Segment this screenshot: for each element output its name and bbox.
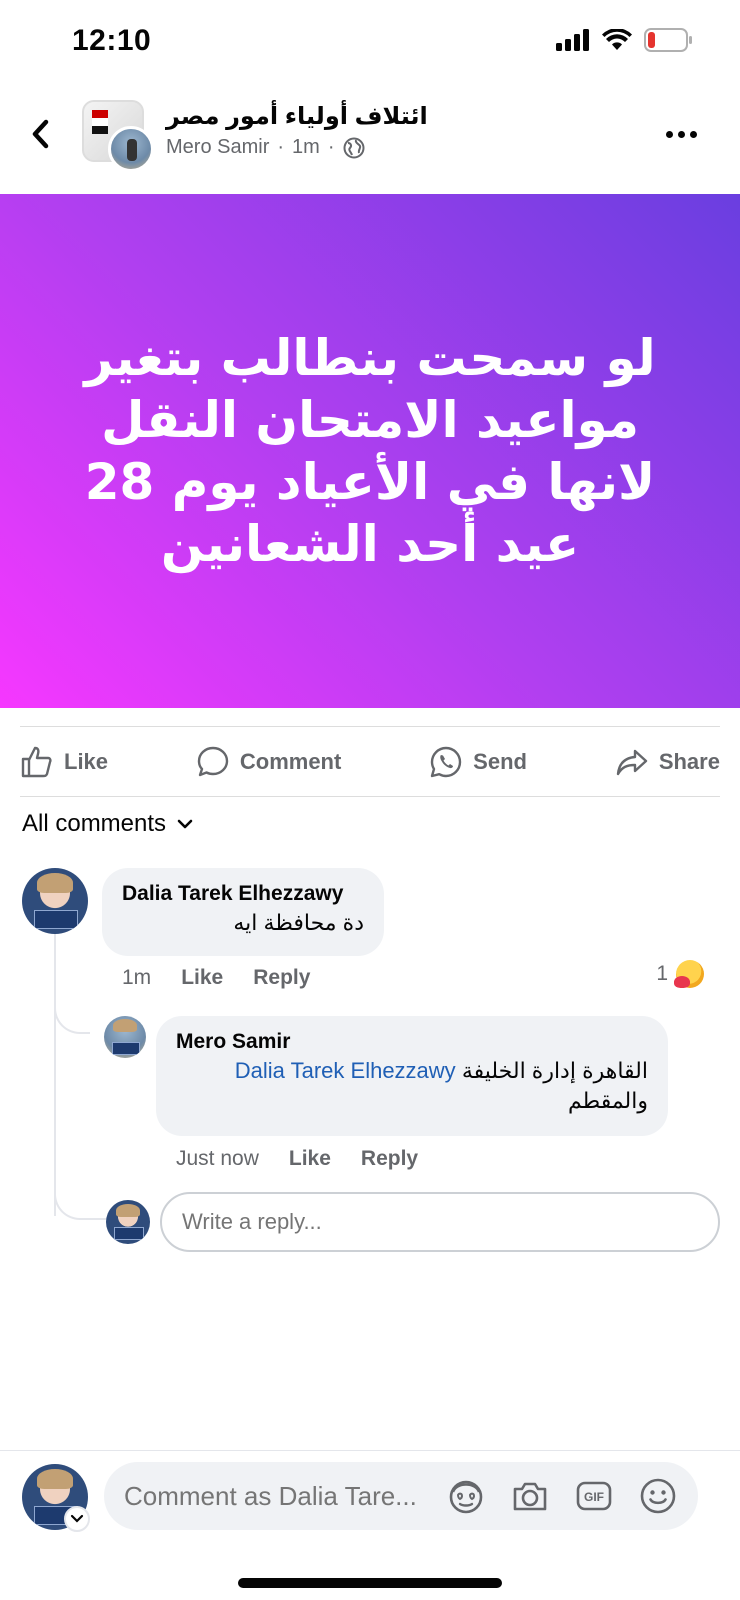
share-button[interactable]: Share [615, 745, 720, 779]
reply-meta: Just now Like Reply [176, 1147, 418, 1171]
comment-author[interactable]: Dalia Tarek Elhezzawy [122, 882, 364, 906]
reply-author[interactable]: Mero Samir [176, 1030, 648, 1054]
wifi-icon [602, 29, 632, 50]
chevron-down-icon [70, 1514, 84, 1523]
post-background-banner: لو سمحت بنطالب بتغير مواعيد الامتحان الن… [0, 194, 740, 708]
reaction-count: 1 [656, 962, 668, 985]
reply-bubble: Mero Samir القاهرة إدارة الخليفة Dalia T… [156, 1016, 668, 1136]
flag-icon [92, 110, 108, 134]
care-reaction-icon [674, 960, 704, 988]
reply-time: Just now [176, 1147, 259, 1170]
gif-icon[interactable]: GIF [574, 1476, 614, 1516]
comment-reply-button[interactable]: Reply [253, 966, 310, 990]
comments-filter-label: All comments [22, 810, 167, 837]
reply-author-avatar[interactable] [104, 1016, 146, 1058]
reply-input[interactable] [160, 1192, 720, 1252]
chevron-down-icon [177, 819, 193, 829]
group-name[interactable]: ائتلاف أولياء أمور مصر [166, 102, 428, 131]
post-author[interactable]: Mero Samir [166, 136, 269, 159]
like-button[interactable]: Like [20, 745, 108, 779]
more-options-button[interactable] [666, 124, 700, 144]
composer-icons: GIF [446, 1476, 678, 1516]
thread-line [54, 926, 56, 1216]
whatsapp-icon [430, 746, 462, 778]
comment-time: 1m [122, 966, 152, 989]
back-icon[interactable] [26, 114, 56, 154]
comment-like-button[interactable]: Like [181, 966, 223, 990]
comment-button[interactable]: Comment [196, 745, 341, 779]
thread-connector [54, 990, 90, 1034]
like-label: Like [64, 749, 109, 774]
post-time: 1m [292, 136, 320, 158]
meta-separator: · [277, 136, 285, 158]
comments-filter-dropdown[interactable]: All comments [22, 810, 194, 838]
commenter-avatar[interactable] [22, 868, 88, 934]
status-time: 12:10 [72, 24, 152, 57]
reply-text: القاهرة إدارة الخليفة Dalia Tarek Elhezz… [176, 1054, 648, 1088]
like-icon [21, 746, 52, 778]
post-meta: Mero Samir · 1m · [166, 136, 365, 159]
send-label: Send [473, 749, 527, 774]
reply-reply-button[interactable]: Reply [361, 1147, 418, 1171]
battery-low-icon [644, 28, 692, 52]
comment-reactions[interactable]: 1 [656, 960, 704, 988]
svg-text:GIF: GIF [584, 1490, 604, 1504]
more-icon [666, 130, 673, 138]
globe-icon [343, 137, 364, 158]
reply-mention[interactable]: Dalia Tarek Elhezzawy [235, 1058, 456, 1083]
meta-separator-2: · [327, 136, 335, 158]
divider [20, 726, 720, 727]
current-user-avatar-small [106, 1200, 150, 1244]
camera-icon[interactable] [510, 1476, 550, 1516]
status-icons [556, 28, 692, 52]
post-actions: Like Comment Send Share [20, 728, 720, 796]
author-avatar [108, 126, 154, 172]
avatar-sticker-icon[interactable] [446, 1476, 486, 1516]
share-label: Share [658, 749, 720, 774]
post-header: ائتلاف أولياء أمور مصر Mero Samir · 1m · [0, 84, 740, 194]
reply-like-button[interactable]: Like [289, 1147, 331, 1171]
status-bar: 12:10 [0, 0, 740, 84]
post-text: لو سمحت بنطالب بتغير مواعيد الامتحان الن… [84, 329, 656, 573]
comment-composer: GIF [104, 1462, 698, 1530]
reply-text-part1: القاهرة إدارة الخليفة [461, 1058, 648, 1083]
divider [20, 796, 720, 797]
comment-text: دة محافظة ايه [233, 910, 364, 935]
comment-label: Comment [239, 749, 342, 774]
divider [0, 1450, 740, 1451]
comment-bubble: Dalia Tarek Elhezzawy دة محافظة ايه [102, 868, 384, 956]
home-indicator[interactable] [238, 1578, 502, 1588]
thread-connector [54, 1184, 106, 1220]
cellular-signal-icon [556, 29, 589, 51]
account-switch-button[interactable] [64, 1506, 90, 1532]
reply-text-line2: والمقطم [568, 1088, 648, 1113]
comment-meta: 1m Like Reply [122, 966, 310, 990]
comment-input[interactable] [124, 1480, 446, 1512]
comment-icon [197, 746, 229, 777]
emoji-icon[interactable] [638, 1476, 678, 1516]
send-button[interactable]: Send [429, 745, 527, 779]
group-avatar-stack[interactable] [82, 100, 154, 172]
share-icon [616, 749, 648, 776]
